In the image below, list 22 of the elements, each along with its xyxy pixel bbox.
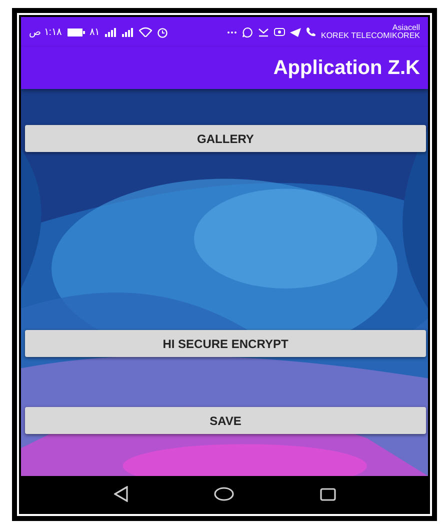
home-icon[interactable]	[214, 487, 234, 501]
signal-icon	[122, 28, 134, 36]
carrier-name: KOREK TELECOMIKOREK	[321, 32, 420, 40]
status-time: ١:١٨ ص	[29, 26, 62, 40]
wifi-icon	[138, 27, 152, 37]
download-icon	[258, 27, 269, 37]
signal-icon	[104, 28, 117, 36]
more-icon	[227, 30, 237, 34]
phone-icon	[306, 27, 316, 37]
back-icon[interactable]	[114, 486, 128, 502]
send-icon	[290, 28, 301, 36]
app-button[interactable]: HI SECURE ENCRYPT	[25, 330, 426, 357]
chat-icon	[242, 26, 253, 38]
app-button[interactable]: SAVE	[25, 407, 426, 434]
battery-level: ٨١	[90, 26, 100, 40]
app-title: Application Z.K	[273, 56, 420, 81]
battery-icon	[66, 28, 85, 36]
carrier-name: Asiacell	[392, 24, 420, 32]
recent-apps-icon[interactable]	[320, 488, 336, 500]
app-button[interactable]: GALLERY	[25, 125, 426, 152]
radio-icon	[274, 28, 285, 36]
alarm-icon	[156, 26, 168, 38]
